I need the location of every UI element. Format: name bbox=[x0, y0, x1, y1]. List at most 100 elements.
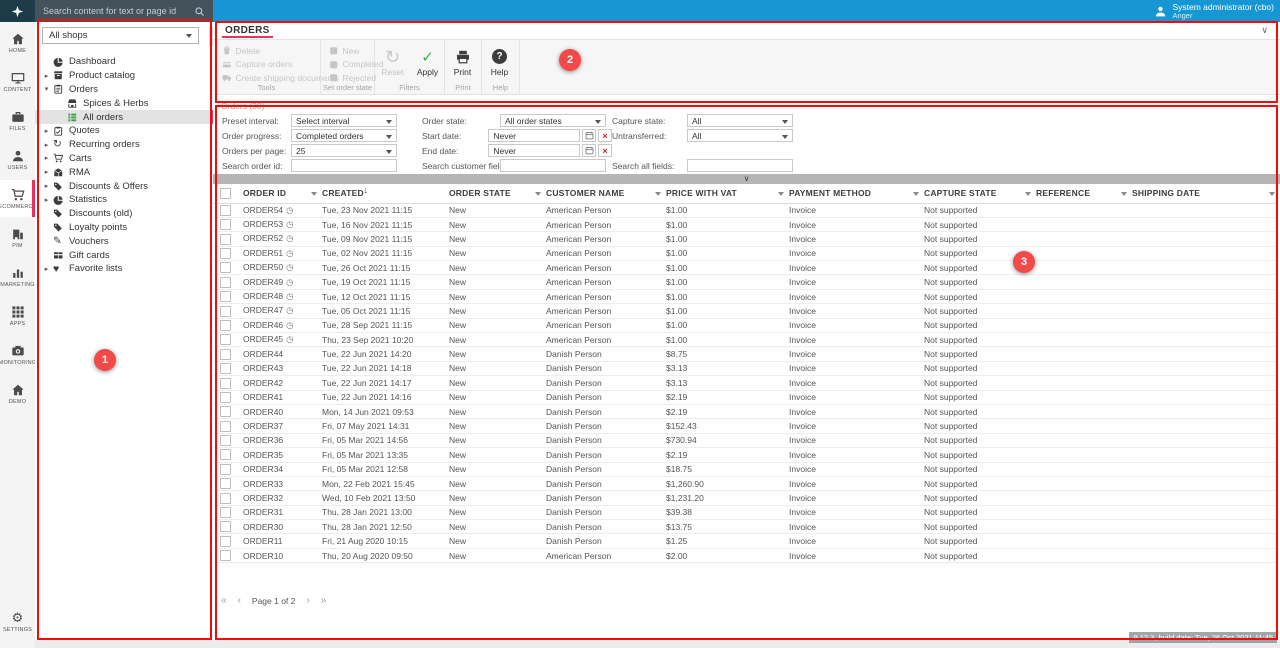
user-menu[interactable]: System administrator (cbo) Anger bbox=[1154, 0, 1274, 22]
calendar-button[interactable] bbox=[582, 144, 596, 157]
rail-item[interactable]: USERS bbox=[0, 141, 35, 178]
column-header[interactable]: ORDER ID bbox=[241, 184, 320, 203]
tab-orders[interactable]: ORDERS bbox=[222, 22, 273, 38]
tree-item[interactable]: ✎ Vouchers bbox=[35, 234, 213, 248]
select-all-checkbox[interactable] bbox=[220, 188, 231, 199]
column-indicator[interactable] bbox=[1121, 192, 1127, 199]
column-indicator[interactable] bbox=[778, 192, 784, 199]
filter-control[interactable]: All order states bbox=[500, 114, 606, 127]
tree-expander-icon[interactable] bbox=[42, 196, 51, 204]
row-checkbox[interactable] bbox=[220, 205, 231, 216]
row-checkbox[interactable] bbox=[220, 421, 231, 432]
filter-control[interactable]: Never bbox=[488, 144, 580, 157]
filter-control[interactable] bbox=[291, 159, 397, 172]
table-row[interactable]: ORDER41◷ Tue, 22 Jun 2021 14:16 New Dani… bbox=[213, 390, 1278, 404]
table-row[interactable]: ORDER51◷ Tue, 02 Nov 2021 11:15 New Amer… bbox=[213, 246, 1278, 260]
filter-control[interactable]: All bbox=[687, 129, 793, 142]
column-header[interactable]: CUSTOMER NAME bbox=[544, 184, 664, 203]
tree-expander-icon[interactable] bbox=[42, 154, 51, 162]
row-checkbox[interactable] bbox=[220, 493, 231, 504]
row-checkbox[interactable] bbox=[220, 363, 231, 374]
table-row[interactable]: ORDER30◷ Thu, 28 Jan 2021 12:50 New Dani… bbox=[213, 520, 1278, 534]
table-row[interactable]: ORDER43◷ Tue, 22 Jun 2021 14:18 New Dani… bbox=[213, 361, 1278, 375]
row-checkbox[interactable] bbox=[220, 234, 231, 245]
tree-expander-icon[interactable] bbox=[42, 182, 51, 190]
table-row[interactable]: ORDER47◷ Tue, 05 Oct 2021 11:15 New Amer… bbox=[213, 304, 1278, 318]
table-row[interactable]: ORDER40◷ Mon, 14 Jun 2021 09:53 New Dani… bbox=[213, 404, 1278, 418]
row-checkbox[interactable] bbox=[220, 219, 231, 230]
table-row[interactable]: ORDER48◷ Tue, 12 Oct 2021 11:15 New Amer… bbox=[213, 289, 1278, 303]
row-checkbox[interactable] bbox=[220, 334, 231, 345]
ribbon-button[interactable]: Capture orders bbox=[222, 58, 320, 72]
next-page-button[interactable]: › bbox=[306, 595, 309, 606]
column-indicator[interactable] bbox=[913, 192, 919, 199]
filter-control[interactable]: 25 bbox=[291, 144, 397, 157]
table-row[interactable]: ORDER42◷ Tue, 22 Jun 2021 14:17 New Dani… bbox=[213, 376, 1278, 390]
row-checkbox[interactable] bbox=[220, 349, 231, 360]
row-checkbox[interactable] bbox=[220, 262, 231, 273]
column-header[interactable]: REFERENCE bbox=[1034, 184, 1130, 203]
table-row[interactable]: ORDER46◷ Tue, 28 Sep 2021 11:15 New Amer… bbox=[213, 318, 1278, 332]
rail-item[interactable]: PIM bbox=[0, 219, 35, 256]
app-logo[interactable] bbox=[0, 0, 35, 22]
tree-item[interactable]: Gift cards bbox=[35, 248, 213, 262]
shop-selector[interactable]: All shops bbox=[42, 27, 199, 44]
table-row[interactable]: ORDER44◷ Tue, 22 Jun 2021 14:20 New Dani… bbox=[213, 347, 1278, 361]
column-header[interactable]: SHIPPING DATE bbox=[1130, 184, 1278, 203]
table-row[interactable]: ORDER49◷ Tue, 19 Oct 2021 11:15 New Amer… bbox=[213, 275, 1278, 289]
global-search-input[interactable]: Search content for text or page id bbox=[35, 0, 213, 22]
row-checkbox[interactable] bbox=[220, 248, 231, 259]
filter-control[interactable]: Completed orders bbox=[291, 129, 397, 142]
rail-item[interactable]: HOME bbox=[0, 24, 35, 61]
filter-control[interactable]: Never bbox=[488, 129, 580, 142]
ribbon-button[interactable]: Completed bbox=[329, 58, 374, 72]
column-indicator[interactable] bbox=[1025, 192, 1031, 199]
rail-item[interactable]: FILES bbox=[0, 102, 35, 139]
column-header[interactable]: CREATED ↓ bbox=[320, 184, 447, 203]
row-checkbox[interactable] bbox=[220, 291, 231, 302]
column-indicator[interactable] bbox=[311, 192, 317, 199]
row-checkbox[interactable] bbox=[220, 392, 231, 403]
column-indicator[interactable] bbox=[655, 192, 661, 199]
tree-item[interactable]: Loyalty points bbox=[35, 221, 213, 235]
table-row[interactable]: ORDER10◷ Thu, 20 Aug 2020 09:50 New Amer… bbox=[213, 548, 1278, 562]
tree-expander-icon[interactable] bbox=[42, 265, 51, 273]
tree-item[interactable]: Statistics bbox=[35, 193, 213, 207]
tree-item[interactable]: Dashboard bbox=[35, 55, 213, 69]
tree-expander-icon[interactable] bbox=[42, 72, 51, 80]
column-header[interactable] bbox=[213, 184, 241, 203]
rail-item[interactable]: CONTENT bbox=[0, 63, 35, 100]
tree-item[interactable]: ↻ Recurring orders bbox=[35, 138, 213, 152]
search-icon[interactable] bbox=[194, 6, 205, 17]
table-row[interactable]: ORDER37◷ Fri, 07 May 2021 14:31 New Dani… bbox=[213, 419, 1278, 433]
table-row[interactable]: ORDER52◷ Tue, 09 Nov 2021 11:15 New Amer… bbox=[213, 232, 1278, 246]
row-checkbox[interactable] bbox=[220, 536, 231, 547]
ribbon-collapse-icon[interactable]: ∨ bbox=[1261, 25, 1268, 36]
tree-item[interactable]: RMA bbox=[35, 165, 213, 179]
tree-item[interactable]: Discounts (old) bbox=[35, 207, 213, 221]
tree-expander-icon[interactable] bbox=[42, 127, 51, 135]
table-row[interactable]: ORDER53◷ Tue, 16 Nov 2021 11:15 New Amer… bbox=[213, 217, 1278, 231]
clear-date-button[interactable]: × bbox=[598, 129, 612, 142]
table-row[interactable]: ORDER35◷ Fri, 05 Mar 2021 13:35 New Dani… bbox=[213, 448, 1278, 462]
tree-expander-icon[interactable] bbox=[42, 85, 51, 93]
tree-item[interactable]: Orders bbox=[35, 83, 213, 97]
row-checkbox[interactable] bbox=[220, 464, 231, 475]
rail-item[interactable]: MONITORING bbox=[0, 336, 35, 373]
tree-item[interactable]: All orders bbox=[35, 110, 213, 124]
table-row[interactable]: ORDER32◷ Wed, 10 Feb 2021 13:50 New Dani… bbox=[213, 491, 1278, 505]
row-checkbox[interactable] bbox=[220, 507, 231, 518]
row-checkbox[interactable] bbox=[220, 449, 231, 460]
column-indicator[interactable] bbox=[535, 192, 541, 199]
tree-item[interactable]: Spices & Herbs bbox=[35, 96, 213, 110]
tree-item[interactable]: Discounts & Offers bbox=[35, 179, 213, 193]
table-row[interactable]: ORDER54◷ Tue, 23 Nov 2021 11:15 New Amer… bbox=[213, 203, 1278, 217]
filter-control[interactable] bbox=[687, 159, 793, 172]
row-checkbox[interactable] bbox=[220, 277, 231, 288]
tree-expander-icon[interactable] bbox=[42, 168, 51, 176]
last-page-button[interactable]: » bbox=[321, 595, 327, 606]
table-row[interactable]: ORDER36◷ Fri, 05 Mar 2021 14:56 New Dani… bbox=[213, 433, 1278, 447]
tree-item[interactable]: ♥ Favorite lists bbox=[35, 262, 213, 276]
first-page-button[interactable]: « bbox=[221, 595, 227, 606]
ribbon-button[interactable]: Delete bbox=[222, 44, 320, 58]
